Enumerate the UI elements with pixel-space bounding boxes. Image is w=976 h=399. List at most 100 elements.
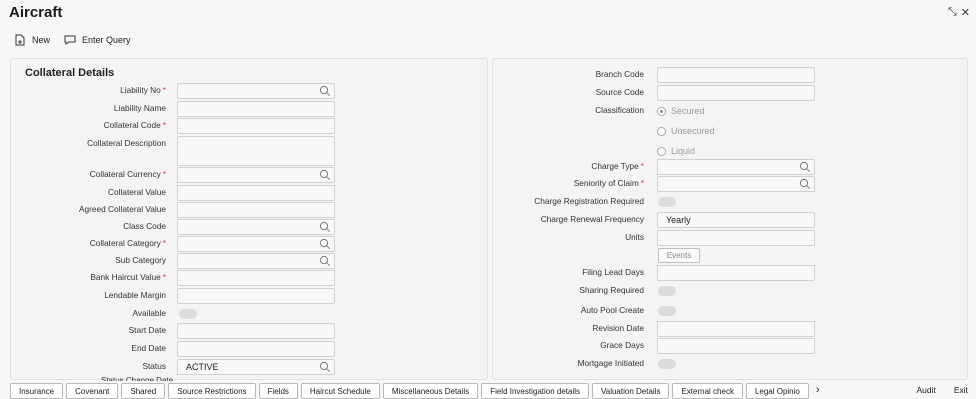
collateral-details-panel: Collateral Details Liability No * Liabilit…	[10, 58, 488, 381]
filing-lead-days-field[interactable]	[657, 265, 815, 281]
collapse-icon[interactable]: ⤡	[948, 6, 957, 19]
filing-lead-days-row: Filing Lead Days	[493, 265, 967, 281]
agreed-collateral-value-field[interactable]	[177, 202, 335, 218]
search-icon[interactable]	[319, 361, 331, 373]
end-date-field[interactable]	[177, 341, 335, 357]
liability-no-row: Liability No *	[11, 83, 487, 99]
page-title: Aircraft	[9, 4, 63, 21]
charge-registration-row: Charge Registration Required	[493, 194, 967, 210]
classification-liquid-radio[interactable]: Liquid	[657, 146, 695, 156]
collateral-description-field[interactable]	[177, 136, 335, 166]
collateral-description-row: Collateral Description	[11, 136, 487, 166]
sharing-required-toggle[interactable]	[658, 286, 676, 296]
tab-fields[interactable]: Fields	[258, 383, 298, 399]
liability-name-label: Liability Name	[113, 103, 166, 113]
collateral-value-field[interactable]	[177, 185, 335, 201]
tab-shared[interactable]: Shared	[121, 383, 166, 399]
section-title: Collateral Details	[25, 67, 115, 79]
available-label: Available	[132, 308, 166, 318]
mortgage-initiated-label: Mortgage Initiated	[577, 358, 644, 368]
collateral-category-field[interactable]	[177, 236, 335, 252]
branch-code-field[interactable]	[657, 67, 815, 83]
radio-label: Unsecured	[671, 126, 715, 136]
tab-valuation-details[interactable]: Valuation Details	[592, 383, 670, 399]
tab-miscellaneous-details[interactable]: Miscellaneous Details	[382, 383, 479, 399]
status-value: ACTIVE	[186, 362, 219, 372]
liability-no-field[interactable]	[177, 83, 335, 99]
close-icon[interactable]: ✕	[961, 6, 970, 19]
tab-external-check[interactable]: External check	[672, 383, 743, 399]
status-row: Status ACTIVE	[11, 359, 487, 375]
auto-pool-create-toggle[interactable]	[658, 306, 676, 316]
revision-date-row: Revision Date	[493, 321, 967, 337]
tab-covenant[interactable]: Covenant	[66, 383, 119, 399]
sharing-required-label: Sharing Required	[579, 285, 644, 295]
events-button[interactable]: Events	[658, 248, 700, 263]
window-controls: ⤡ ✕	[948, 6, 970, 19]
liability-no-label: Liability No *	[120, 85, 166, 95]
source-code-row: Source Code	[493, 85, 967, 101]
source-code-field[interactable]	[657, 85, 815, 101]
charge-renewal-frequency-field[interactable]: Yearly	[657, 212, 815, 228]
tab-source-restrictions[interactable]: Source Restrictions	[168, 383, 256, 399]
exit-button[interactable]: Exit	[954, 385, 968, 395]
search-icon[interactable]	[319, 238, 331, 250]
seniority-of-claim-field[interactable]	[657, 176, 815, 192]
mortgage-initiated-toggle[interactable]	[658, 359, 676, 369]
lendable-margin-row: Lendable Margin	[11, 288, 487, 304]
branch-code-label: Branch Code	[595, 69, 644, 79]
available-toggle[interactable]	[179, 309, 197, 319]
collateral-currency-label: Collateral Currency *	[89, 169, 166, 179]
auto-pool-create-row: Auto Pool Create	[493, 303, 967, 319]
tabs-scroll-right-icon[interactable]: ›	[812, 383, 824, 399]
search-icon[interactable]	[319, 169, 331, 181]
search-icon[interactable]	[799, 178, 811, 190]
source-code-label: Source Code	[595, 87, 644, 97]
classification-label: Classification	[595, 105, 644, 115]
new-label: New	[32, 35, 51, 45]
agreed-collateral-value-label: Agreed Collateral Value	[78, 204, 166, 214]
filing-lead-days-label: Filing Lead Days	[582, 267, 644, 277]
sub-category-field[interactable]	[177, 253, 335, 269]
radio-selected-icon	[657, 106, 666, 116]
classification-row: Classification	[493, 103, 967, 119]
tab-field-investigation-details[interactable]: Field Investigation details	[481, 383, 590, 399]
liability-name-field[interactable]	[177, 101, 335, 117]
collateral-code-field[interactable]	[177, 118, 335, 134]
status-change-date-label: Status Change Date	[101, 376, 174, 381]
charge-registration-toggle[interactable]	[658, 197, 676, 207]
tab-insurance[interactable]: Insurance	[10, 383, 64, 399]
charge-renewal-frequency-row: Charge Renewal Frequency Yearly	[493, 212, 967, 228]
grace-days-label: Grace Days	[600, 340, 644, 350]
enter-query-button[interactable]: Enter Query	[64, 34, 131, 46]
grace-days-field[interactable]	[657, 338, 815, 354]
search-icon[interactable]	[319, 255, 331, 267]
charge-registration-label: Charge Registration Required	[534, 196, 644, 206]
collateral-currency-field[interactable]	[177, 167, 335, 183]
revision-date-field[interactable]	[657, 321, 815, 337]
units-label: Units	[625, 232, 644, 242]
status-field[interactable]: ACTIVE	[177, 359, 335, 375]
collateral-category-row: Collateral Category *	[11, 236, 487, 252]
units-field[interactable]	[657, 230, 815, 246]
collateral-code-row: Collateral Code *	[11, 118, 487, 134]
classification-unsecured-radio[interactable]: Unsecured	[657, 126, 715, 136]
enter-query-label: Enter Query	[82, 35, 131, 45]
search-icon[interactable]	[799, 161, 811, 173]
audit-button[interactable]: Audit	[916, 385, 935, 395]
tab-haircut-schedule[interactable]: Haircut Schedule	[300, 383, 380, 399]
search-icon[interactable]	[319, 221, 331, 233]
new-button[interactable]: New	[14, 34, 50, 46]
tab-legal-opinio[interactable]: Legal Opinio	[745, 383, 809, 399]
search-icon[interactable]	[319, 85, 331, 97]
charge-type-field[interactable]	[657, 159, 815, 175]
classification-secured-radio[interactable]: Secured	[657, 106, 705, 116]
lendable-margin-field[interactable]	[177, 288, 335, 304]
tab-bar: Insurance Covenant Shared Source Restrictio…	[10, 383, 824, 399]
class-code-field[interactable]	[177, 219, 335, 235]
bank-haircut-value-field[interactable]	[177, 270, 335, 286]
charge-type-label: Charge Type *	[591, 161, 644, 171]
collateral-value-label: Collateral Value	[108, 187, 166, 197]
new-document-icon	[15, 34, 25, 46]
start-date-field[interactable]	[177, 323, 335, 339]
